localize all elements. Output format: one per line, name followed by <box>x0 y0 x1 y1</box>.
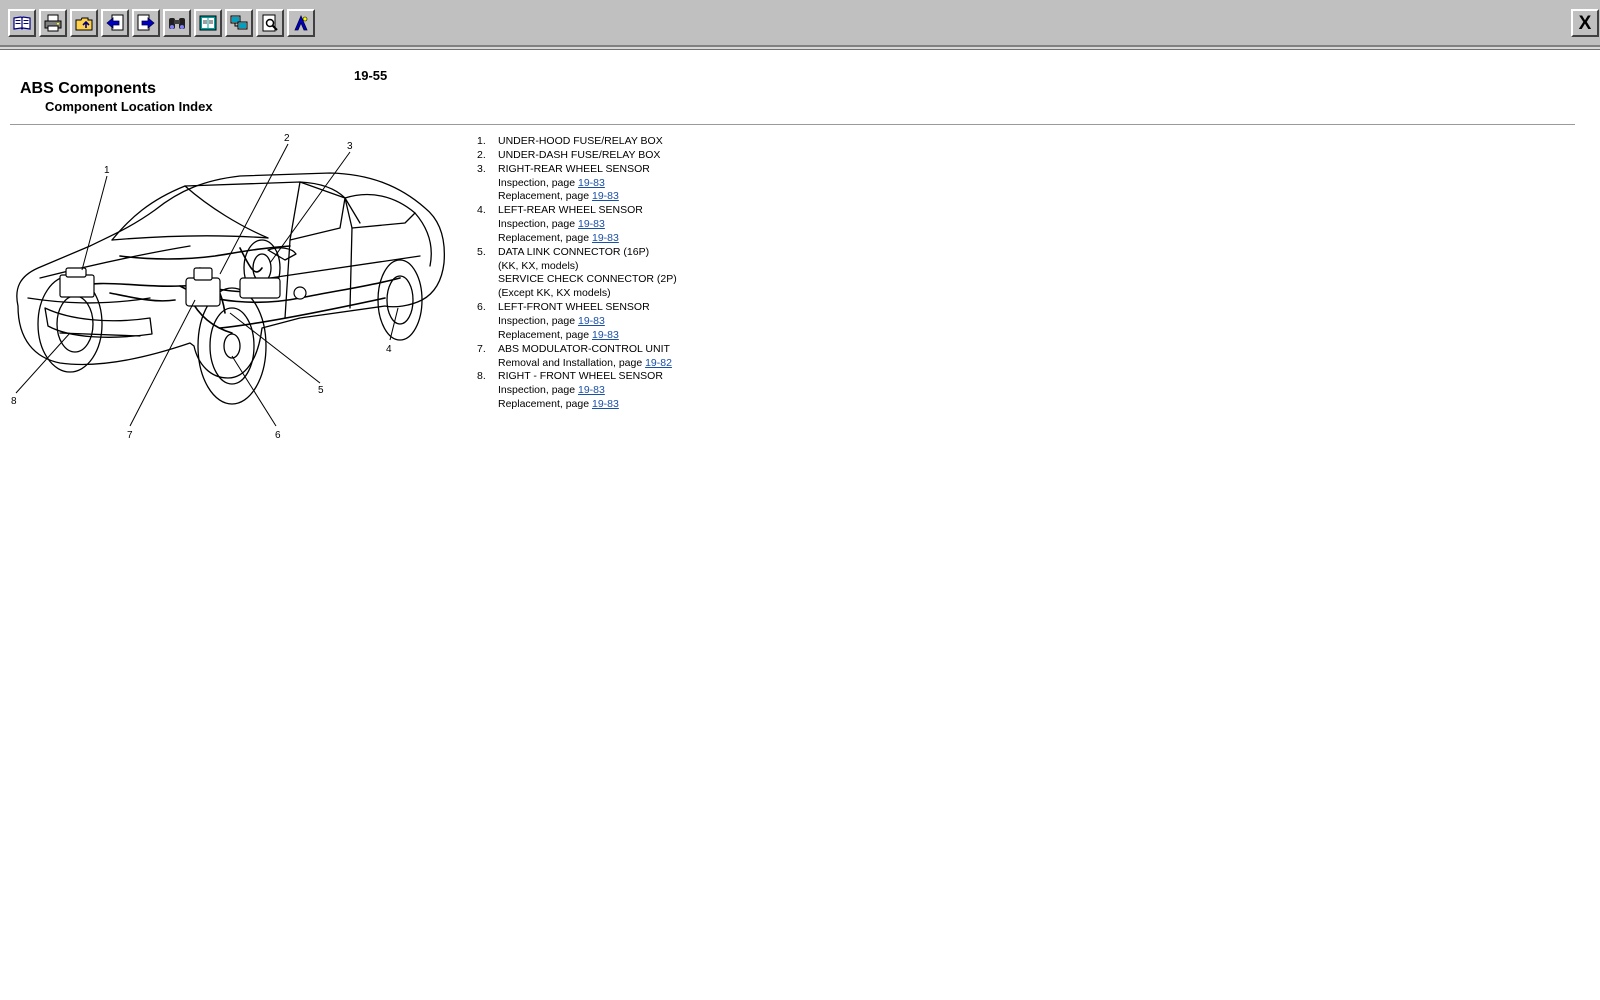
component-label: UNDER-DASH FUSE/RELAY BOX <box>498 148 661 161</box>
next-page-button[interactable] <box>132 9 160 37</box>
component-item: 1. UNDER-HOOD FUSE/RELAY BOX <box>477 135 737 149</box>
abs-component-diagram: 1 2 3 4 5 6 7 8 <box>0 128 460 458</box>
component-detail: Replacement, page 19-83 <box>477 190 737 204</box>
callout-4: 4 <box>386 344 392 355</box>
component-item: 8. RIGHT - FRONT WHEEL SENSOR <box>477 370 737 384</box>
component-detail: Replacement, page 19-83 <box>477 398 737 412</box>
component-number: 2. <box>477 148 486 161</box>
component-detail: Inspection, page 19-83 <box>477 384 737 398</box>
bookmark-icon <box>294 14 308 31</box>
page-title: ABS Components <box>20 80 156 97</box>
page-subtitle: Component Location Index <box>45 99 213 114</box>
find-icon <box>169 18 185 29</box>
component-detail: SERVICE CHECK CONNECTOR (2P) <box>477 273 737 287</box>
callout-8: 8 <box>11 396 17 407</box>
open-folder-button[interactable] <box>70 9 98 37</box>
component-number: 8. <box>477 370 486 383</box>
callout-3: 3 <box>347 141 353 152</box>
page-number: 19-55 <box>354 68 388 83</box>
page-link[interactable]: 19-83 <box>592 398 619 410</box>
component-detail-text: Replacement, page <box>498 398 592 411</box>
component-detail-text: Replacement, page <box>498 231 592 244</box>
component-item: 5. DATA LINK CONNECTOR (16P) <box>477 246 737 260</box>
component-detail: (KK, KX, models) <box>477 260 737 274</box>
next-page-icon <box>137 14 155 31</box>
callout-1: 1 <box>104 165 110 176</box>
previous-page-button[interactable] <box>101 9 129 37</box>
component-label: ABS MODULATOR-CONTROL UNIT <box>498 342 670 355</box>
component-detail-text: Replacement, page <box>498 190 592 203</box>
callout-5: 5 <box>318 385 324 396</box>
search-page-icon <box>262 14 278 32</box>
component-label: UNDER-HOOD FUSE/RELAY BOX <box>498 135 663 147</box>
component-detail: Inspection, page 19-83 <box>477 218 737 232</box>
callout-2: 2 <box>284 133 290 144</box>
toolbar: X <box>0 0 1600 45</box>
page-link[interactable]: 19-83 <box>592 190 619 202</box>
component-detail: Replacement, page 19-83 <box>477 329 737 343</box>
close-button[interactable]: X <box>1571 9 1599 37</box>
open-folder-icon <box>75 17 93 31</box>
toolbar-divider-shadow <box>0 49 1600 50</box>
component-number: 4. <box>477 204 486 217</box>
car-illustration: 1 2 3 4 5 6 7 8 <box>11 133 446 441</box>
component-item: 2. UNDER-DASH FUSE/RELAY BOX <box>477 149 737 163</box>
callout-6: 6 <box>275 430 281 441</box>
component-detail-text: Inspection, page <box>498 176 578 189</box>
component-number: 3. <box>477 162 486 175</box>
page-link[interactable]: 19-83 <box>578 218 605 230</box>
component-label: RIGHT - FRONT WHEEL SENSOR <box>498 370 663 383</box>
previous-page-icon <box>106 14 124 31</box>
component-item: 7. ABS MODULATOR-CONTROL UNIT <box>477 343 737 357</box>
component-detail: Inspection, page 19-83 <box>477 177 737 191</box>
component-number: 1. <box>477 135 486 147</box>
component-list: 1. UNDER-HOOD FUSE/RELAY BOX 2. UNDER-DASH … <box>477 135 737 412</box>
component-detail-text: Inspection, page <box>498 314 578 327</box>
page-link[interactable]: 19-83 <box>592 329 619 341</box>
page-link[interactable]: 19-83 <box>578 315 605 327</box>
contents-icon <box>13 16 31 30</box>
component-detail-text: Inspection, page <box>498 218 578 231</box>
component-number: 5. <box>477 245 486 258</box>
network-icon <box>230 15 248 30</box>
book-button[interactable] <box>194 9 222 37</box>
component-number: 7. <box>477 342 486 355</box>
page-link[interactable]: 19-83 <box>592 232 619 244</box>
component-label: DATA LINK CONNECTOR (16P) <box>498 245 650 258</box>
component-label: RIGHT-REAR WHEEL SENSOR <box>498 162 650 175</box>
component-detail-text: (KK, KX, models) <box>498 259 579 272</box>
page-link[interactable]: 19-82 <box>645 357 672 369</box>
component-number: 6. <box>477 301 486 314</box>
contents-button[interactable] <box>8 9 36 37</box>
component-detail: Inspection, page 19-83 <box>477 315 737 329</box>
print-button[interactable] <box>39 9 67 37</box>
page-link[interactable]: 19-83 <box>578 384 605 396</box>
callout-7: 7 <box>127 430 133 441</box>
bookmark-button[interactable] <box>287 9 315 37</box>
find-button[interactable] <box>163 9 191 37</box>
component-detail: (Except KK, KX models) <box>477 287 737 301</box>
network-button[interactable] <box>225 9 253 37</box>
book-icon <box>199 15 217 31</box>
component-detail-text: Replacement, page <box>498 328 592 341</box>
page-link[interactable]: 19-83 <box>578 177 605 189</box>
component-detail: Replacement, page 19-83 <box>477 232 737 246</box>
component-label: LEFT-REAR WHEEL SENSOR <box>498 204 643 217</box>
component-detail: Removal and Installation, page 19-82 <box>477 357 737 371</box>
component-detail-text: Inspection, page <box>498 384 578 397</box>
component-detail-text: SERVICE CHECK CONNECTOR (2P) <box>498 273 677 286</box>
title-divider <box>10 124 1575 125</box>
component-item: 3. RIGHT-REAR WHEEL SENSOR <box>477 163 737 177</box>
search-page-button[interactable] <box>256 9 284 37</box>
component-detail-text: (Except KK, KX models) <box>498 287 611 300</box>
component-label: LEFT-FRONT WHEEL SENSOR <box>498 301 650 314</box>
print-icon <box>44 14 62 32</box>
component-item: 6. LEFT-FRONT WHEEL SENSOR <box>477 301 737 315</box>
component-detail-text: Removal and Installation, page <box>498 356 646 369</box>
component-item: 4. LEFT-REAR WHEEL SENSOR <box>477 204 737 218</box>
